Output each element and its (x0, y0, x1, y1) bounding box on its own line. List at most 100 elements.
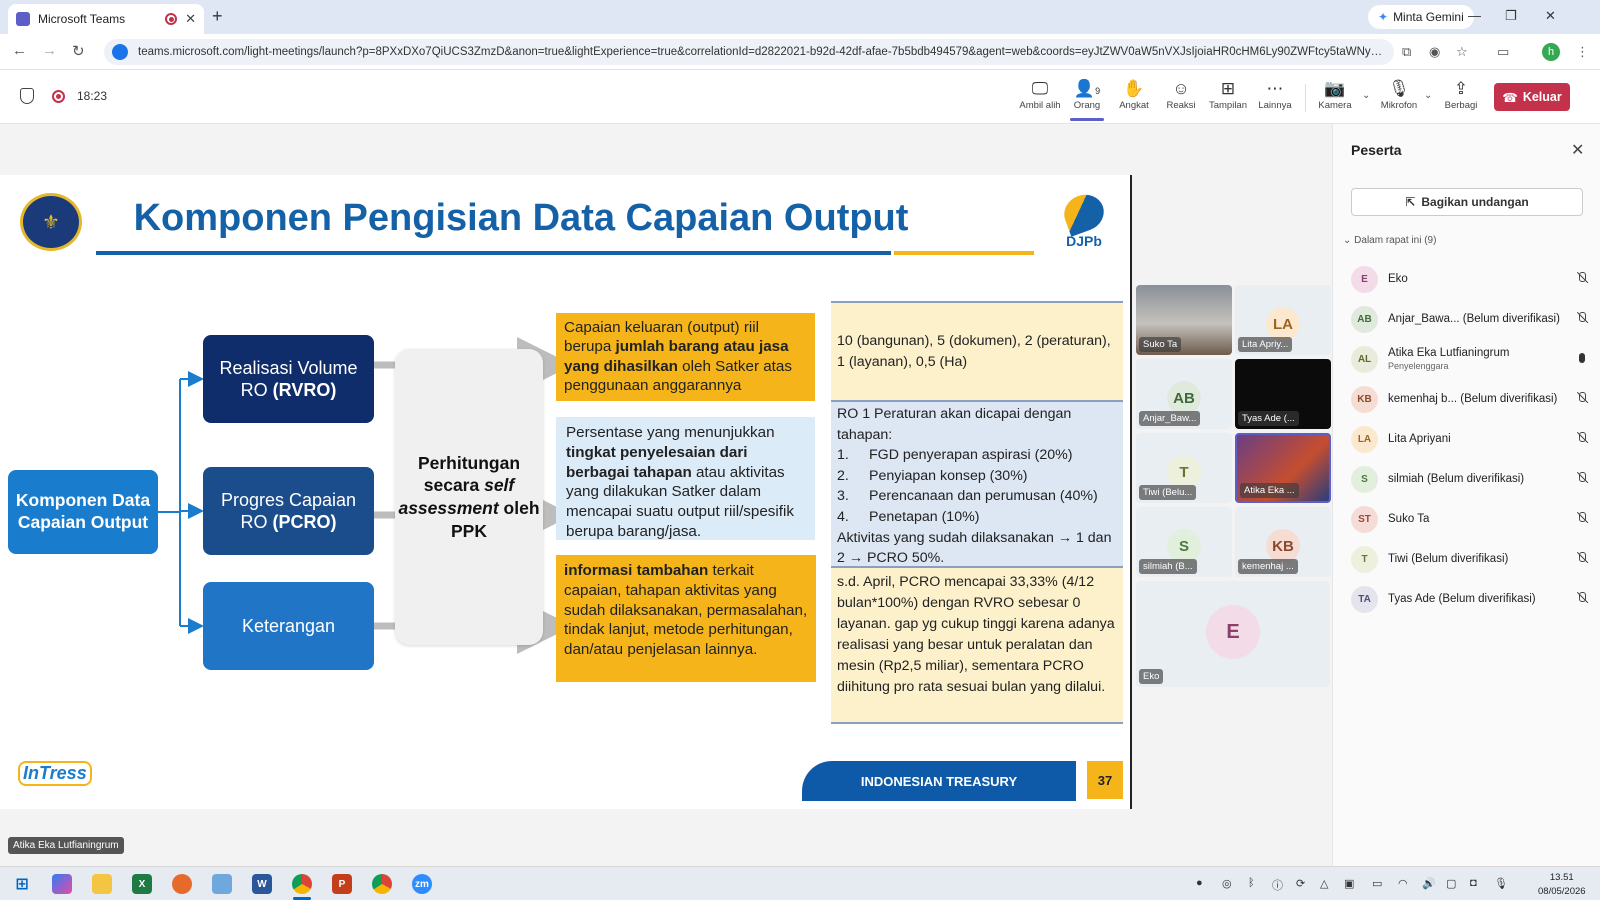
meeting-toolbar: 18:23 🖵 Ambil alih 👤9 Orang ✋ Angkat ☺ R… (0, 70, 1600, 124)
recording-icon (165, 13, 178, 25)
whatsapp-tray-icon[interactable]: ◎ (1222, 877, 1232, 890)
url-input[interactable]: teams.microsoft.com/light-meetings/launc… (104, 39, 1394, 65)
mic-on-icon (1573, 352, 1591, 366)
participant-name: Tyas Ade (Belum diverifikasi) (1388, 593, 1536, 605)
mic-off-icon (1573, 271, 1591, 288)
share-invite-button[interactable]: ⇱ Bagikan undangan (1351, 188, 1583, 216)
back-icon[interactable]: ← (12, 42, 27, 59)
excel-icon[interactable]: X (132, 874, 152, 894)
powerpoint-icon[interactable]: P (332, 874, 352, 894)
bookmark-star-icon[interactable]: ☆ (1456, 44, 1468, 60)
nvidia-tray-icon[interactable]: ▣ (1344, 877, 1354, 890)
tile-avatar: LA (1266, 307, 1300, 341)
raise-hand-button[interactable]: ✋ Angkat (1111, 78, 1157, 111)
take-control-button[interactable]: 🖵 Ambil alih (1017, 78, 1063, 111)
reload-icon[interactable]: ↻ (72, 42, 85, 60)
restore-icon[interactable]: ❐ (1505, 8, 1517, 24)
mic-tray-icon[interactable]: 🎙 (1494, 877, 1508, 890)
participant-row[interactable]: E Eko (1351, 259, 1591, 299)
mic-off-icon (1573, 311, 1591, 328)
file-explorer-icon[interactable] (92, 874, 112, 894)
participant-row[interactable]: KB kemenhaj b... (Belum diverifikasi) (1351, 379, 1591, 419)
d2-a: Persentase yang menunjukkan (566, 424, 775, 441)
more-button[interactable]: ⋯ Lainnya (1252, 78, 1298, 111)
firefox-icon[interactable] (172, 874, 192, 894)
participant-row[interactable]: LA Lita Apriyani (1351, 419, 1591, 459)
participant-info: Anjar_Bawa... (Belum diverifikasi) (1388, 313, 1573, 325)
video-tile[interactable]: Tyas Ade (... (1235, 359, 1331, 429)
zoom-tray-icon[interactable]: ● (1196, 877, 1203, 889)
gemini-label: Minta Gemini (1393, 10, 1464, 24)
browser-menu-icon[interactable]: ⋮ (1576, 44, 1589, 60)
chrome-icon[interactable] (292, 874, 312, 894)
microphone-button[interactable]: 🎙 Mikrofon (1376, 78, 1422, 111)
pcro-step: 1. FGD penyerapan aspirasi (20%) (837, 447, 1073, 464)
drive-tray-icon[interactable]: △ (1320, 877, 1328, 890)
participant-row[interactable]: TA Tyas Ade (Belum diverifikasi) (1351, 579, 1591, 619)
zoom-icon[interactable]: zm (412, 874, 432, 894)
translate-icon[interactable]: ⧉ (1402, 44, 1411, 60)
tile-name: Lita Apriy... (1238, 337, 1293, 352)
view-button[interactable]: ⊞ Tampilan (1205, 78, 1251, 111)
close-tab-icon[interactable]: ✕ (185, 11, 196, 27)
copilot-icon[interactable] (52, 874, 72, 894)
video-tile[interactable]: T Tiwi (Belu... (1136, 433, 1232, 503)
share-button[interactable]: ⇪ Berbagi (1438, 78, 1484, 111)
sync-tray-icon[interactable]: ⟳ (1296, 877, 1305, 890)
bluetooth-icon[interactable]: ᛒ (1248, 877, 1255, 889)
windows-start-icon[interactable]: ⊞ (12, 874, 32, 894)
browser-tab-teams[interactable]: Microsoft Teams ✕ (8, 4, 204, 34)
in-meeting-section-header[interactable]: ⌄ Dalam rapat ini (9) (1343, 235, 1436, 246)
close-panel-icon[interactable]: ✕ (1571, 140, 1584, 160)
reactions-label: Reaksi (1166, 100, 1196, 111)
video-tile[interactable]: Atika Eka ... (1235, 433, 1331, 503)
camera-tray-icon[interactable]: ◘ (1470, 877, 1477, 889)
microphone-label: Mikrofon (1380, 100, 1418, 111)
share-icon: ⇪ (1453, 79, 1469, 98)
view-label: Tampilan (1208, 100, 1248, 111)
reactions-button[interactable]: ☺ Reaksi (1158, 78, 1204, 111)
wifi-icon[interactable]: ◠ (1398, 877, 1408, 890)
tile-name: silmiah (B... (1139, 559, 1197, 574)
shield-icon (20, 88, 34, 104)
new-tab-button[interactable]: + (212, 6, 223, 27)
share-invite-label: Bagikan undangan (1421, 195, 1529, 209)
volume-icon[interactable]: 🔊 (1422, 877, 1436, 890)
participant-row[interactable]: T Tiwi (Belum diverifikasi) (1351, 539, 1591, 579)
leave-button[interactable]: ☎ Keluar (1494, 83, 1570, 111)
minimize-icon[interactable]: — (1468, 8, 1481, 23)
people-button[interactable]: 👤9 Orang (1064, 78, 1110, 121)
mic-options-chevron-icon[interactable]: ⌄ (1424, 90, 1432, 101)
video-tile[interactable]: AB Anjar_Baw... (1136, 359, 1232, 429)
shared-slide: ⚜ Komponen Pengisian Data Capaian Output… (0, 175, 1131, 809)
site-info-icon[interactable] (112, 44, 128, 60)
display-tray-icon[interactable]: ▢ (1446, 877, 1456, 890)
screen-share-icon: 🖵 (1031, 79, 1049, 98)
side-panel-icon[interactable]: ▭ (1497, 44, 1509, 60)
video-tile[interactable]: LA Lita Apriy... (1235, 285, 1331, 355)
notepad-icon[interactable] (212, 874, 232, 894)
lens-icon[interactable]: ◉ (1429, 44, 1440, 60)
forward-icon[interactable]: → (42, 42, 57, 59)
chrome-profile-icon[interactable] (372, 874, 392, 894)
video-tile[interactable]: S silmiah (B... (1136, 507, 1232, 577)
camera-button[interactable]: 📷 Kamera (1312, 78, 1358, 111)
pcro-step: 3. Perencanaan dan perumusan (40%) (837, 488, 1098, 505)
camera-options-chevron-icon[interactable]: ⌄ (1362, 90, 1370, 101)
battery-icon[interactable]: ▭ (1372, 877, 1382, 890)
video-tile[interactable]: Suko Ta (1136, 285, 1232, 355)
word-icon[interactable]: W (252, 874, 272, 894)
hand-icon: ✋ (1123, 79, 1145, 98)
info-tray-icon[interactable]: ⓘ (1272, 877, 1283, 893)
intress-logo: InTress (18, 761, 92, 786)
video-tile[interactable]: E Eko (1136, 581, 1330, 687)
video-tile[interactable]: KB kemenhaj ... (1235, 507, 1331, 577)
participant-row[interactable]: ST Suko Ta (1351, 499, 1591, 539)
participant-row[interactable]: AL Atika Eka Lutfianingrum Penyelenggara (1351, 339, 1591, 379)
taskbar-clock[interactable]: 13.51 08/05/2026 (1538, 871, 1586, 899)
participant-row[interactable]: AB Anjar_Bawa... (Belum diverifikasi) (1351, 299, 1591, 339)
gemini-button[interactable]: ✦ Minta Gemini (1368, 5, 1474, 29)
profile-avatar[interactable]: h (1542, 43, 1560, 61)
participant-row[interactable]: Ssilmiah (Belum diverifikasi) (1351, 459, 1591, 499)
close-window-icon[interactable]: ✕ (1545, 8, 1556, 24)
